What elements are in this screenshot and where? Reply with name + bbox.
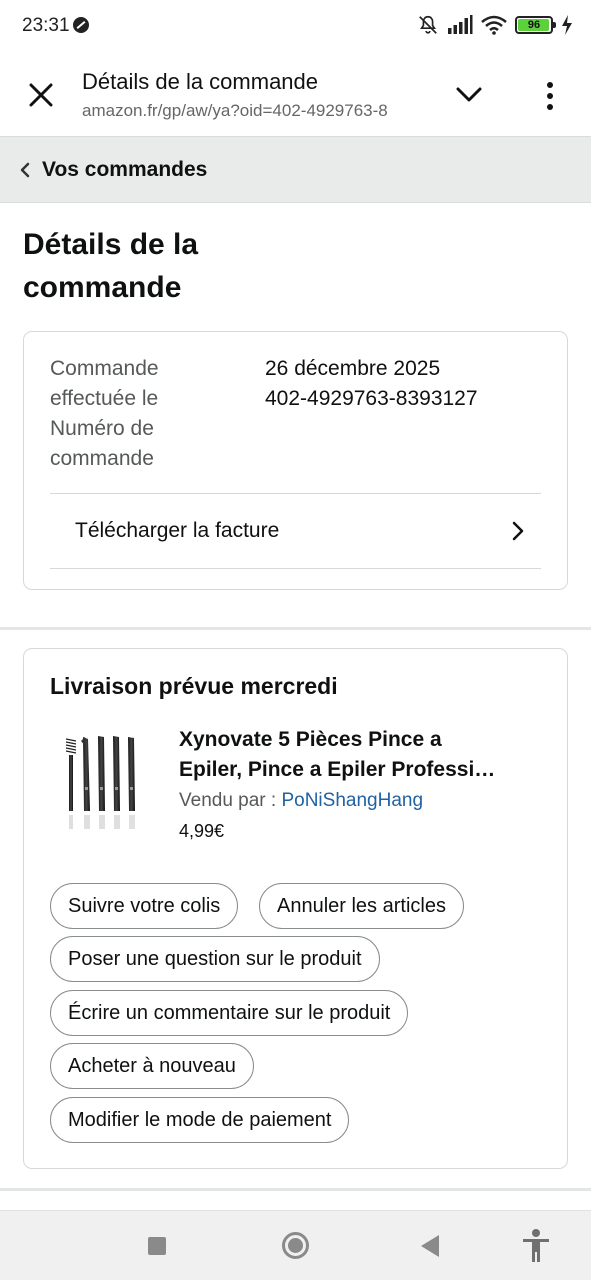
order-date: 26 décembre 2025 (265, 357, 441, 380)
seller-info: Vendu par : PoNiShangHang (179, 790, 423, 812)
status-time: 23:31 (22, 15, 70, 36)
recents-button[interactable] (148, 1237, 166, 1255)
sold-by-label: Vendu par : (179, 790, 282, 811)
battery-icon: 96 (515, 16, 556, 34)
product-image[interactable] (50, 727, 152, 837)
page-title: Détails de la commande (23, 223, 323, 309)
battery-level: 96 (527, 19, 541, 31)
order-date-label-1: Commande (50, 357, 159, 380)
close-icon (29, 83, 53, 107)
order-number: 402-4929763-8393127 (265, 387, 478, 410)
download-invoice-label: Télécharger la facture (75, 519, 280, 542)
download-invoice-row[interactable]: Télécharger la facture (50, 494, 541, 568)
status-icons: 96 (417, 14, 573, 36)
track-package-button[interactable]: Suivre votre colis (50, 883, 239, 929)
page-title-line1: Détails de la (23, 228, 199, 261)
browser-page-title: Détails de la commande (82, 69, 319, 94)
do-not-disturb-icon (73, 17, 89, 33)
product-price: 4,99€ (179, 821, 225, 841)
page-title-line2: commande (23, 271, 182, 304)
more-vert-icon (547, 82, 553, 88)
section-separator (0, 1188, 591, 1191)
signal-icon (448, 15, 473, 34)
chevron-down-icon (456, 87, 482, 102)
accessibility-icon[interactable] (520, 1228, 552, 1264)
write-review-button[interactable]: Écrire un commentaire sur le produit (50, 990, 409, 1036)
order-number-label-1: Numéro de (50, 417, 154, 440)
product-name[interactable]: Xynovate 5 Pièces Pince a Epiler, Pince … (179, 725, 549, 785)
bell-muted-icon (419, 15, 437, 34)
order-summary-values: 26 décembre 2025 402-4929763-8393127 (265, 354, 478, 414)
product-name-line2[interactable]: Epiler, Pince a Epiler Professi… (179, 755, 549, 785)
system-nav-bar (0, 1210, 591, 1280)
order-summary-labels: Commande effectuée le Numéro de commande (50, 354, 210, 474)
browser-header: Détails de la commande amazon.fr/gp/aw/y… (0, 52, 591, 136)
order-date-label-2: effectuée le (50, 387, 159, 410)
chevron-right-icon (512, 521, 524, 541)
delivery-card: Livraison prévue mercredi Xynovate 5 Piè… (23, 648, 568, 1169)
close-button[interactable] (22, 76, 60, 114)
section-separator (0, 627, 591, 630)
cancel-items-button[interactable]: Annuler les articles (259, 883, 464, 929)
breadcrumb-label[interactable]: Vos commandes (42, 158, 207, 182)
browser-url[interactable]: amazon.fr/gp/aw/ya?oid=402-4929763-8 (82, 101, 428, 121)
more-options-button[interactable] (536, 76, 564, 116)
ask-question-button[interactable]: Poser une question sur le produit (50, 936, 380, 982)
breadcrumb[interactable]: Vos commandes (0, 136, 591, 203)
chevron-left-icon (20, 160, 34, 180)
delivery-title: Livraison prévue mercredi (50, 673, 338, 699)
order-summary-card: Commande effectuée le Numéro de commande… (23, 331, 568, 590)
back-button[interactable] (421, 1235, 439, 1257)
wifi-icon (481, 15, 507, 35)
product-name-line1[interactable]: Xynovate 5 Pièces Pince a (179, 728, 442, 751)
buy-again-button[interactable]: Acheter à nouveau (50, 1043, 254, 1089)
change-payment-button[interactable]: Modifier le mode de paiement (50, 1097, 350, 1143)
expand-button[interactable] (452, 80, 486, 110)
seller-link[interactable]: PoNiShangHang (281, 790, 423, 811)
divider (50, 568, 541, 569)
status-bar: 23:31 96 (0, 0, 591, 52)
home-button[interactable] (282, 1232, 309, 1259)
order-number-label-2: commande (50, 447, 154, 470)
charging-icon (562, 15, 572, 35)
